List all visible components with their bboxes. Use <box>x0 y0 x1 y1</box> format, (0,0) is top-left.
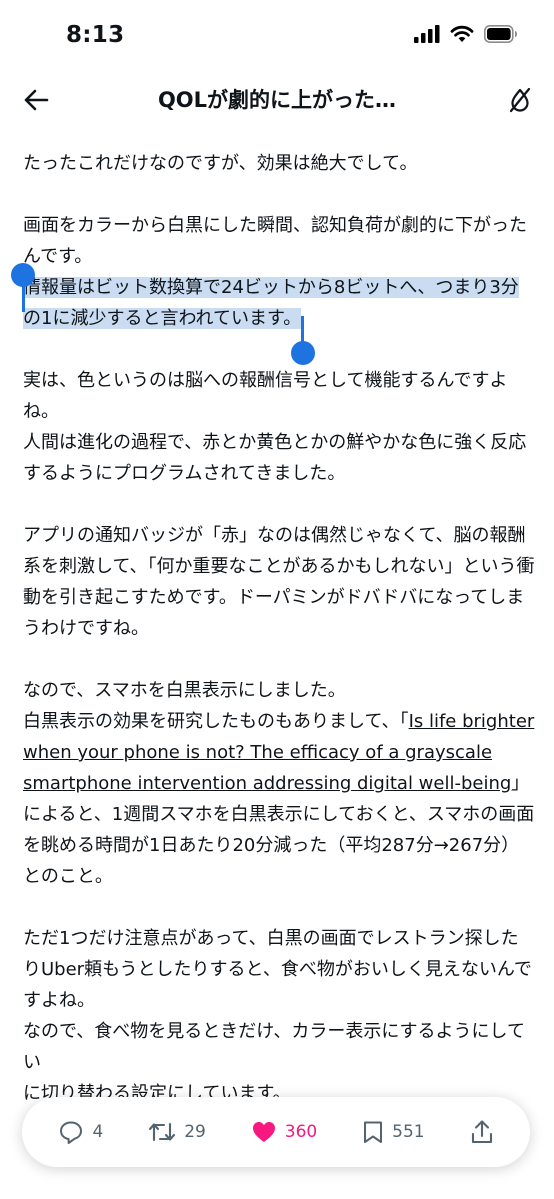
signal-icon <box>414 25 440 43</box>
paragraph-research: 白黒表示の効果を研究したものもありまして、「Is life brighter w… <box>23 706 535 892</box>
color-filter-toggle-button[interactable] <box>500 80 540 120</box>
repost-icon <box>149 1122 176 1142</box>
bookmark-icon <box>364 1121 383 1143</box>
status-bar: 8:13 <box>0 0 554 74</box>
paragraph-grayscale: なので、スマホを白黒表示にしました。 <box>23 680 346 701</box>
repost-button[interactable]: 29 <box>148 1120 206 1144</box>
article-body: たったこれだけなのですが、効果は絶大でして。 画面をカラーから白黒にした瞬間、認… <box>23 148 535 1109</box>
selected-text[interactable]: 情報量はビット数換算で24ビットから8ビットへ、つまり3分の1に減少すると言われ… <box>23 277 519 329</box>
like-count: 360 <box>284 1122 318 1142</box>
color-filter-off-icon <box>509 87 531 113</box>
post-action-bar: 4 29 360 551 <box>22 1097 530 1167</box>
page-title: QOLが劇的に上がった… <box>157 88 397 112</box>
status-icons <box>414 25 518 43</box>
paragraph-caveat: ただ1つだけ注意点があって、白黒の画面でレストラン探したりUber頼もうとしたり… <box>23 928 532 1011</box>
paragraph-hidden-line: い <box>23 1052 41 1073</box>
paragraph-food-color: なので、食べ物を見るときだけ、カラー表示にするようにして <box>23 1021 526 1042</box>
paragraph-cognitive-load: 画面をカラーから白黒にした瞬間、認知負荷が劇的に下がったんです。 <box>23 215 527 267</box>
paragraph-notification-badge: アプリの通知バッジが「赤」なのは偶然じゃなくて、脳の報酬系を刺激して、「何か重要… <box>23 525 535 639</box>
bookmark-button[interactable]: 551 <box>362 1120 425 1144</box>
paragraph-evolution: 人間は進化の過程で、赤とか黄色とかの鮮やかな色に強く反応するようにプログラムされ… <box>23 432 527 484</box>
reply-icon <box>60 1121 83 1144</box>
bookmark-count: 551 <box>392 1122 425 1142</box>
selection-end-handle[interactable] <box>291 341 315 365</box>
research-text-pre: 白黒表示の効果を研究したものもありまして、「 <box>23 711 409 732</box>
reply-count: 4 <box>92 1122 104 1142</box>
paragraph-color-reward: 実は、色というのは脳への報酬信号として機能するんですよね。 <box>23 370 508 422</box>
share-icon <box>471 1120 492 1144</box>
status-time: 8:13 <box>66 22 125 48</box>
back-button[interactable] <box>16 80 56 120</box>
paragraph-selected: 情報量はビット数換算で24ビットから8ビットへ、つまり3分の1に減少すると言われ… <box>23 272 535 334</box>
paragraph-intro: たったこれだけなのですが、効果は絶大でして。 <box>23 153 418 174</box>
share-button[interactable] <box>470 1119 494 1145</box>
article-header: QOLが劇的に上がった… <box>0 74 554 126</box>
repost-count: 29 <box>184 1122 206 1142</box>
selection-start-caret <box>22 282 25 312</box>
heart-icon <box>252 1122 275 1142</box>
reply-button[interactable]: 4 <box>58 1120 103 1144</box>
battery-icon <box>484 25 517 43</box>
wifi-icon <box>450 25 474 42</box>
back-arrow-icon <box>24 89 49 111</box>
like-button[interactable]: 360 <box>251 1120 317 1144</box>
